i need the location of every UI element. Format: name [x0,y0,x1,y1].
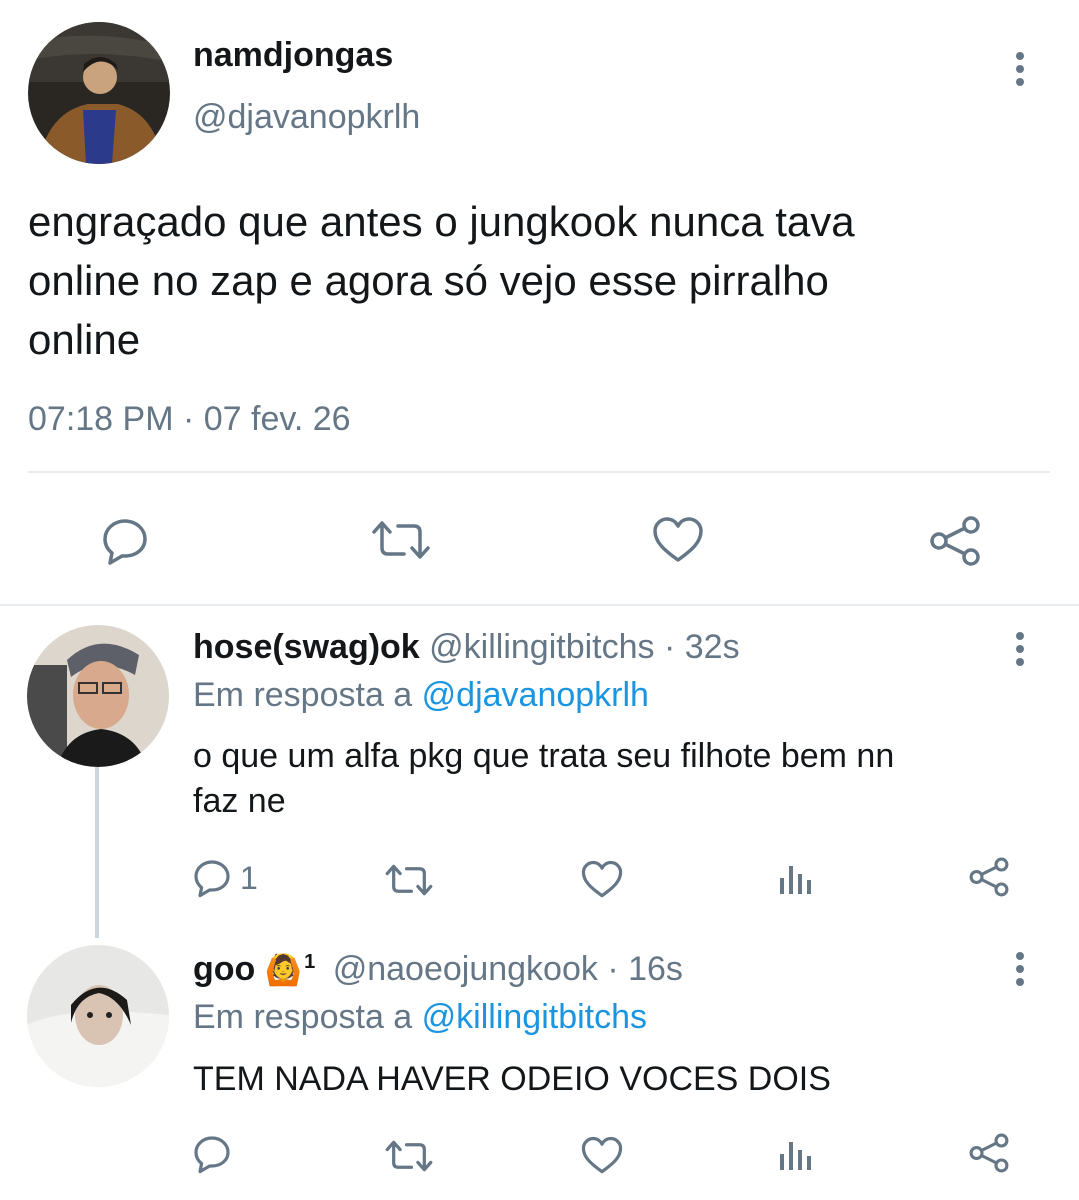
reply-icon [103,519,147,565]
tweet-text-line: engraçado que antes o jungkook nunca tav… [28,198,855,245]
more-options-icon[interactable] [1006,628,1034,672]
more-options-icon[interactable] [1006,48,1034,92]
reply-1-header: hose(swag)ok @killingitbitchs · 32s [193,628,740,667]
reply-1-retweet-button[interactable] [384,862,434,898]
reply-text-line: o que um alfa pkg que trata seu filhote … [193,737,895,775]
main-tweet-timestamp[interactable]: 07:18 PM · 07 fev. 26 [28,400,351,439]
heart-icon [581,860,623,898]
reply-1-handle[interactable]: @killingitbitchs [429,628,654,666]
reply-1-reply-button[interactable]: 1 [192,858,258,898]
replying-to-link[interactable]: @djavanopkrlh [422,676,649,714]
analytics-icon [780,1142,811,1170]
reply-text-line: faz ne [193,782,286,820]
reply-icon [194,860,230,898]
analytics-icon [780,866,811,894]
reply-2-handle[interactable]: @naoeojungkook [333,950,598,988]
reply-1-share-button[interactable] [968,856,1010,898]
reply-2-header: goo 🙆 1 @naoeojungkook · 16s [193,950,683,989]
retweet-icon [372,521,430,559]
divider [0,604,1079,606]
reply-1-display-name[interactable]: hose(swag)ok [193,628,420,666]
reply-2-like-button[interactable] [581,1136,623,1175]
reply-2-replying-to: Em resposta a @killingitbitchs [193,998,647,1037]
share-icon [930,516,980,566]
reply-2-avatar[interactable] [27,945,169,1087]
retweet-button[interactable] [370,518,432,562]
reply-button[interactable] [100,516,150,566]
replying-to-label: Em resposta a [193,676,422,714]
replying-to-label: Em resposta a [193,998,422,1036]
reply-2-text: TEM NADA HAVER ODEIO VOCES DOIS [193,1057,831,1102]
reply-1-time: · 32s [664,628,740,666]
reply-1-like-button[interactable] [581,860,623,899]
heart-icon [581,1136,623,1174]
main-tweet-text: engraçado que antes o jungkook nunca tav… [28,192,855,369]
reply-text-line: TEM NADA HAVER ODEIO VOCES DOIS [193,1060,831,1098]
share-button[interactable] [928,514,982,568]
reply-1-text: o que um alfa pkg que trata seu filhote … [193,734,894,824]
tweet-text-line: online no zap e agora só vejo esse pirra… [28,257,829,304]
reply-1-analytics-button[interactable] [778,862,814,896]
main-tweet-handle[interactable]: @djavanopkrlh [193,98,420,137]
divider [28,471,1050,473]
retweet-icon [385,1140,433,1172]
thread-connector-line [95,766,99,938]
reply-1-replying-to: Em resposta a @djavanopkrlh [193,676,649,715]
reply-2-display-name[interactable]: goo [193,950,255,988]
reply-2-retweet-button[interactable] [384,1138,434,1174]
retweet-icon [385,864,433,896]
share-icon [969,1133,1009,1173]
reply-2-time: · 16s [607,950,683,988]
like-button[interactable] [652,516,704,564]
reply-2-reply-button[interactable] [192,1134,232,1174]
main-tweet-avatar[interactable] [28,22,170,164]
emoji-count-badge: 1 [304,950,316,973]
heart-icon [653,517,703,562]
share-icon [969,857,1009,897]
reply-2-share-button[interactable] [968,1132,1010,1174]
tweet-text-line: online [28,316,141,363]
replying-to-link[interactable]: @killingitbitchs [422,998,647,1036]
more-options-icon[interactable] [1006,948,1034,992]
person-gesturing-ok-emoji: 🙆 [264,954,303,987]
reply-1-avatar[interactable] [27,625,169,767]
main-tweet-display-name[interactable]: namdjongas [193,36,393,75]
reply-2-analytics-button[interactable] [778,1138,814,1172]
reply-count: 1 [240,859,258,896]
reply-icon [194,1136,230,1174]
